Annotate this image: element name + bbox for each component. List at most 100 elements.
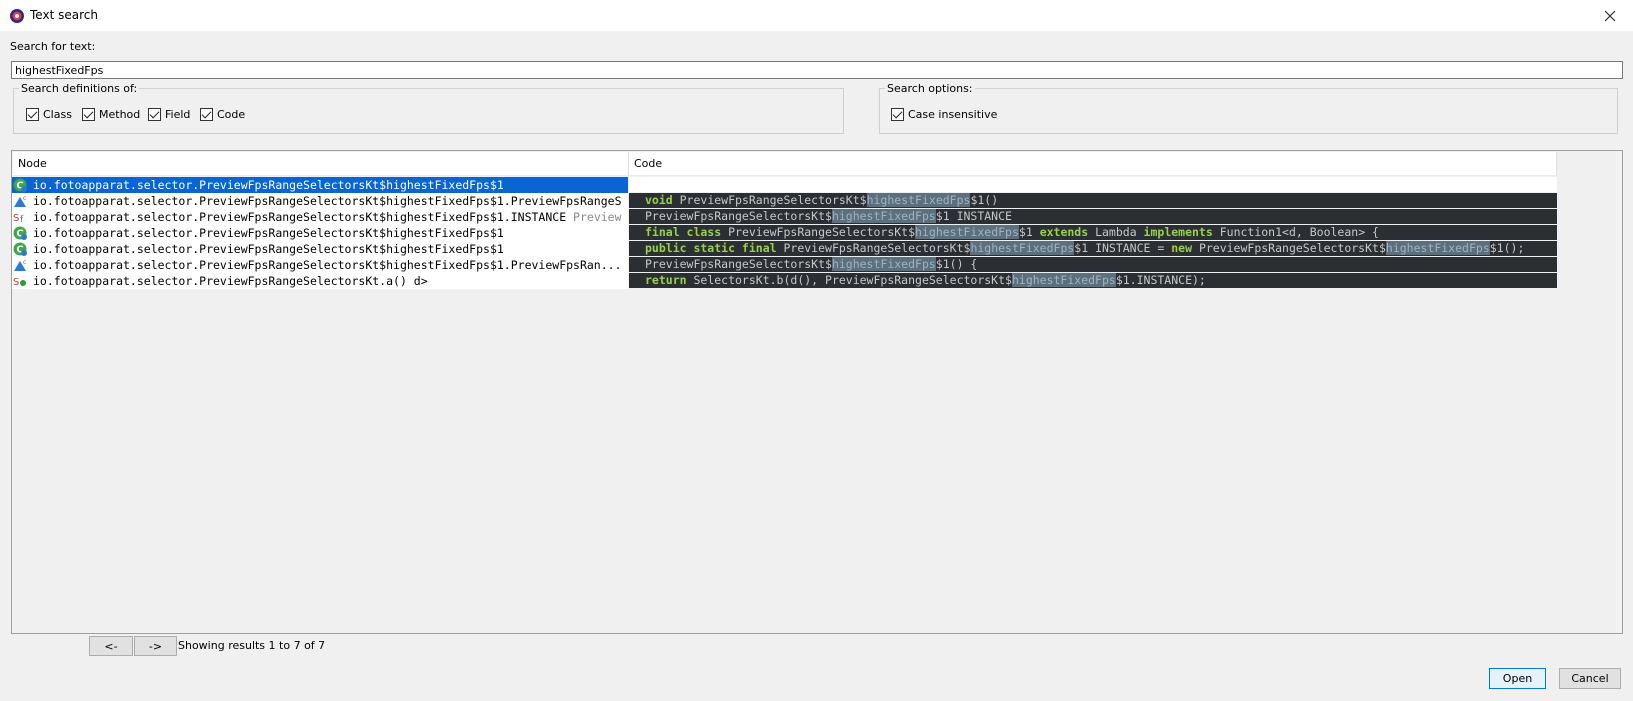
checkbox-case-insensitive-label: Case insensitive [908, 108, 998, 121]
open-button[interactable]: Open [1489, 668, 1546, 689]
search-label: Search for text: [10, 40, 96, 53]
code-text: SelectorsKt.b(d(), PreviewFpsRangeSelect… [686, 273, 1012, 287]
match-highlight: highestFixedFps [1011, 273, 1116, 287]
code-cell[interactable]: PreviewFpsRangeSelectorsKt$highestFixedF… [629, 209, 1557, 225]
code-text: $1 [1018, 225, 1040, 239]
table-row[interactable]: c io.fotoapparat.selector.PreviewFpsRange… [12, 257, 628, 273]
node-name: io.fotoapparat.selector.PreviewFpsRangeS… [33, 242, 504, 256]
code-keyword: void [645, 193, 673, 207]
cancel-button[interactable]: Cancel [1559, 668, 1621, 689]
code-text: $1() [970, 193, 999, 207]
static-method-icon: S [13, 274, 27, 288]
code-text: PreviewFpsRangeSelectorsKt$ [721, 225, 916, 239]
svg-text:S: S [13, 277, 19, 288]
node-column: Cio.fotoapparat.selector.PreviewFpsRange… [12, 177, 628, 289]
match-highlight: highestFixedFps [915, 225, 1019, 239]
code-keyword: implements [1143, 225, 1213, 239]
close-icon [1604, 10, 1616, 21]
window-title: Text search [30, 8, 98, 22]
checkbox-case-insensitive[interactable]: Case insensitive [891, 108, 997, 121]
code-text: Lambda [1088, 225, 1144, 239]
node-text: io.fotoapparat.selector.PreviewFpsRangeS… [33, 273, 428, 289]
code-text: PreviewFpsRangeSelectorsKt$ [776, 241, 971, 255]
checkbox-class-label: Class [43, 108, 72, 121]
code-keyword: public static final [645, 241, 777, 255]
code-text: PreviewFpsRangeSelectorsKt$ [645, 257, 832, 271]
node-name: io.fotoapparat.selector.PreviewFpsRangeS… [33, 210, 574, 224]
jadx-app-icon [10, 9, 24, 23]
code-text: PreviewFpsRangeSelectorsKt$ [645, 209, 832, 223]
node-extra: Preview [573, 210, 622, 224]
code-text: $1() { [935, 257, 978, 271]
code-keyword: final class [645, 225, 722, 239]
svg-text:c: c [23, 195, 26, 202]
checkbox-code[interactable]: Code [200, 108, 245, 121]
match-highlight: highestFixedFps [1385, 241, 1490, 255]
search-options-legend: Search options: [887, 82, 973, 95]
code-column: void PreviewFpsRangeSelectorsKt$highestF… [629, 177, 1557, 289]
previous-page-button[interactable]: <- [89, 636, 133, 656]
match-highlight: highestFixedFps [831, 257, 936, 271]
method-icon: c [13, 258, 27, 272]
class-icon: C [13, 178, 27, 192]
code-text: $1 INSTANCE [935, 209, 1012, 223]
checkbox-method[interactable]: Method [82, 108, 140, 121]
code-cell[interactable]: PreviewFpsRangeSelectorsKt$highestFixedF… [629, 257, 1557, 273]
checkbox-method-label: Method [99, 108, 141, 121]
table-row[interactable]: Sf io.fotoapparat.selector.PreviewFpsRang… [12, 209, 628, 225]
code-cell[interactable]: public static final PreviewFpsRangeSelec… [629, 241, 1557, 257]
table-row[interactable]: Cio.fotoapparat.selector.PreviewFpsRange… [12, 241, 628, 257]
code-cell[interactable]: void PreviewFpsRangeSelectorsKt$highestF… [629, 193, 1557, 209]
code-text: PreviewFpsRangeSelectorsKt$ [1192, 241, 1386, 255]
column-header-code[interactable]: Code [629, 152, 1557, 176]
code-text: PreviewFpsRangeSelectorsKt$ [672, 193, 867, 207]
search-definitions-legend: Search definitions of: [21, 82, 138, 95]
node-name: io.fotoapparat.selector.PreviewFpsRangeS… [33, 178, 504, 192]
node-text: io.fotoapparat.selector.PreviewFpsRangeS… [33, 241, 504, 257]
checkbox-checked-icon[interactable] [82, 108, 95, 121]
checkbox-checked-icon[interactable] [148, 108, 161, 121]
results-status: Showing results 1 to 7 of 7 [178, 639, 326, 652]
title-bar: Text search [0, 0, 1633, 31]
column-header-node[interactable]: Node [13, 152, 629, 176]
code-text: $1(); [1489, 241, 1525, 255]
results-table[interactable]: Node Code Cio.fotoapparat.selector.Previ… [11, 150, 1623, 634]
code-text: Function1<d, Boolean> { [1212, 225, 1379, 239]
match-highlight: highestFixedFps [866, 193, 971, 207]
code-cell[interactable]: final class PreviewFpsRangeSelectorsKt$h… [629, 225, 1557, 241]
match-highlight: highestFixedFps [970, 241, 1075, 255]
code-cell[interactable] [629, 177, 1557, 193]
node-text: io.fotoapparat.selector.PreviewFpsRangeS… [33, 209, 622, 225]
node-text: io.fotoapparat.selector.PreviewFpsRangeS… [33, 193, 622, 209]
checkbox-code-label: Code [217, 108, 246, 121]
checkbox-class[interactable]: Class [26, 108, 72, 121]
match-highlight: highestFixedFps [831, 209, 936, 223]
svg-text:c: c [23, 259, 26, 266]
code-keyword: return [645, 273, 687, 287]
svg-text:S: S [13, 213, 19, 224]
checkbox-checked-icon[interactable] [200, 108, 213, 121]
next-page-button[interactable]: -> [134, 636, 177, 656]
checkbox-checked-icon[interactable] [26, 108, 39, 121]
node-name: io.fotoapparat.selector.PreviewFpsRangeS… [33, 274, 428, 288]
table-row[interactable]: Cio.fotoapparat.selector.PreviewFpsRange… [12, 225, 628, 241]
code-cell[interactable]: return SelectorsKt.b(d(), PreviewFpsRang… [629, 273, 1557, 289]
checkbox-field-label: Field [165, 108, 191, 121]
code-text: $1 INSTANCE = [1074, 241, 1172, 255]
class-icon: C [13, 242, 27, 256]
checkbox-checked-icon[interactable] [891, 108, 904, 121]
node-name: io.fotoapparat.selector.PreviewFpsRangeS… [33, 194, 622, 208]
search-input[interactable] [11, 61, 1623, 79]
table-row[interactable]: Sio.fotoapparat.selector.PreviewFpsRange… [12, 273, 628, 289]
checkbox-field[interactable]: Field [148, 108, 190, 121]
close-window-button[interactable] [1587, 0, 1633, 31]
node-text: io.fotoapparat.selector.PreviewFpsRangeS… [33, 257, 622, 273]
field-icon: Sf [13, 210, 27, 225]
node-text: io.fotoapparat.selector.PreviewFpsRangeS… [33, 177, 504, 193]
node-name: io.fotoapparat.selector.PreviewFpsRangeS… [33, 226, 504, 240]
table-row[interactable]: c io.fotoapparat.selector.PreviewFpsRange… [12, 193, 628, 209]
code-keyword: extends [1039, 225, 1089, 239]
table-row[interactable]: Cio.fotoapparat.selector.PreviewFpsRange… [12, 177, 628, 193]
node-name: io.fotoapparat.selector.PreviewFpsRangeS… [33, 258, 622, 272]
class-icon: C [13, 226, 27, 240]
